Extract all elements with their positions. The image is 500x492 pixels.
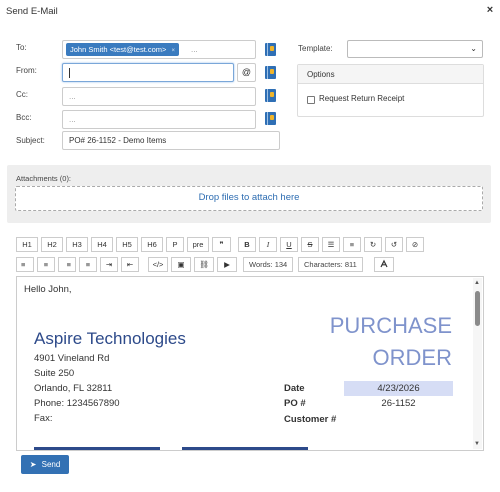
code-view-icon[interactable]: </> (148, 257, 168, 272)
date-label: Date (284, 383, 305, 394)
underline-icon[interactable]: U (280, 237, 298, 252)
subject-value: PO# 26-1152 - Demo Items (69, 136, 167, 145)
send-button[interactable]: ➤ Send (21, 455, 69, 474)
undo-icon[interactable]: ↺ (385, 237, 403, 252)
text-cursor (69, 67, 70, 78)
subject-label: Subject: (16, 136, 45, 145)
recipient-chip[interactable]: John Smith <test@test.com> × (66, 43, 180, 56)
scroll-up-icon[interactable]: ▲ (474, 280, 480, 286)
customer-label: Customer # (284, 414, 337, 425)
align-center-icon[interactable]: ≡ (37, 257, 55, 272)
city-line: Orlando, FL 32811 (34, 383, 113, 394)
request-receipt-checkbox[interactable] (307, 96, 315, 104)
heading-1-button[interactable]: H1 (16, 237, 38, 252)
character-count: Characters: 811 (298, 257, 363, 272)
request-receipt-label[interactable]: Request Return Receipt (319, 94, 404, 103)
to-label: To: (16, 43, 27, 52)
doc-title-line-2: ORDER (372, 345, 452, 370)
link-icon[interactable]: ⛓ (194, 257, 214, 272)
address-book-icon[interactable] (265, 112, 276, 125)
po-label: PO # (284, 398, 306, 409)
send-label: Send (41, 460, 61, 469)
address-line-2: Suite 250 (34, 368, 75, 379)
strikethrough-icon[interactable]: S (301, 237, 319, 252)
heading-5-button[interactable]: H5 (116, 237, 138, 252)
options-panel: Options Request Return Receipt (297, 64, 484, 117)
subject-field[interactable]: PO# 26-1152 - Demo Items (62, 131, 280, 150)
video-icon[interactable]: ▶ (217, 257, 237, 272)
table-header-bar (182, 447, 308, 450)
bold-icon[interactable]: B (238, 237, 256, 252)
numbered-list-icon[interactable]: ≡ (343, 237, 361, 252)
greeting-text: Hello John, (24, 284, 72, 295)
to-field[interactable]: John Smith <test@test.com> × ... (62, 40, 256, 59)
paragraph-button[interactable]: P (166, 237, 184, 252)
from-label: From: (16, 66, 37, 75)
date-value: 4/23/2026 (344, 381, 453, 396)
bullet-list-icon[interactable]: ☰ (322, 237, 340, 252)
image-icon[interactable]: ▣ (171, 257, 191, 272)
cc-field[interactable]: ... (62, 87, 256, 106)
scrollbar-thumb[interactable] (475, 291, 480, 326)
align-left-icon[interactable]: ≡ (16, 257, 34, 272)
outdent-icon[interactable]: ⇤ (121, 257, 139, 272)
remove-recipient-icon[interactable]: × (172, 48, 176, 54)
scroll-down-icon[interactable]: ▼ (474, 441, 480, 447)
email-body-editor[interactable]: Hello John, Aspire Technologies 4901 Vin… (16, 276, 484, 451)
template-label: Template: (298, 44, 333, 53)
word-count: Words: 134 (243, 257, 294, 272)
editor-toolbar-row-2: ≡ ≡ ≡ ≡ ⇥ ⇤ </> ▣ ⛓ ▶ Words: 134 Charact… (16, 257, 484, 274)
options-heading: Options (298, 65, 483, 84)
close-icon[interactable]: × (484, 3, 496, 17)
drop-zone[interactable]: Drop files to attach here (15, 186, 483, 211)
address-book-icon[interactable] (265, 66, 276, 79)
at-button[interactable]: @ (237, 63, 256, 82)
heading-2-button[interactable]: H2 (41, 237, 63, 252)
doc-title-line-1: PURCHASE (329, 313, 452, 338)
send-icon: ➤ (29, 460, 37, 469)
fax-line: Fax: (34, 413, 53, 424)
redo-icon[interactable]: ↻ (364, 237, 382, 252)
heading-6-button[interactable]: H6 (141, 237, 163, 252)
recipient-chip-label: John Smith <test@test.com> (70, 45, 167, 54)
chevron-down-icon: ⌄ (470, 44, 477, 53)
address-book-icon[interactable] (265, 43, 276, 56)
bcc-placeholder: ... (69, 115, 76, 124)
editor-scrollbar[interactable]: ▲ ▼ (473, 278, 482, 449)
address-line-1: 4901 Vineland Rd (34, 353, 110, 364)
attachments-label: Attachments (0): (16, 174, 72, 183)
company-name: Aspire Technologies (34, 329, 186, 348)
bcc-label: Bcc: (16, 113, 32, 122)
phone-line: Phone: 1234567890 (34, 398, 120, 409)
clear-formatting-icon[interactable]: ⊘ (406, 237, 424, 252)
template-select[interactable]: ⌄ (347, 40, 483, 58)
po-value: 26-1152 (381, 398, 416, 409)
table-header-bar (34, 447, 160, 450)
align-justify-icon[interactable]: ≡ (79, 257, 97, 272)
address-book-icon[interactable] (265, 89, 276, 102)
blockquote-icon[interactable]: ❞ (212, 237, 231, 252)
indent-icon[interactable]: ⇥ (100, 257, 118, 272)
bcc-field[interactable]: ... (62, 110, 256, 129)
cc-placeholder: ... (69, 92, 76, 101)
cc-label: Cc: (16, 90, 28, 99)
heading-3-button[interactable]: H3 (66, 237, 88, 252)
italic-icon[interactable]: I (259, 237, 277, 252)
to-placeholder: ... (191, 45, 198, 54)
editor-toolbar-row-1: H1 H2 H3 H4 H5 H6 P pre ❞ B I U S ☰ ≡ ↻ … (16, 237, 484, 254)
from-field[interactable] (62, 63, 234, 82)
attachments-area: Attachments (0): Drop files to attach he… (7, 165, 491, 223)
align-right-icon[interactable]: ≡ (58, 257, 76, 272)
spellcheck-icon[interactable] (374, 257, 394, 272)
dialog-title: Send E-Mail (6, 6, 58, 17)
preformatted-button[interactable]: pre (187, 237, 209, 252)
heading-4-button[interactable]: H4 (91, 237, 113, 252)
